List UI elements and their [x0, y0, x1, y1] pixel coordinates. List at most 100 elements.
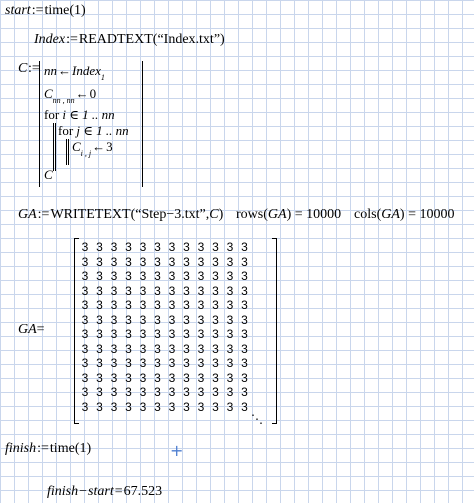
matrix-cell: 3	[139, 240, 147, 254]
matrix-cell: 3	[212, 283, 219, 298]
program-line-nn[interactable]: nn←Index1	[44, 63, 105, 82]
matrix-cell: 3	[197, 327, 205, 341]
index-variable: Index	[34, 32, 66, 47]
program-bar-outer	[39, 61, 41, 187]
rows-function: rows	[236, 207, 264, 222]
matrix-cell: 3	[110, 399, 118, 414]
matrix-cell: 3	[139, 356, 147, 370]
matrix-cell: 3	[139, 298, 147, 312]
elapsed-value: 67.523	[123, 484, 163, 499]
matrix-right-bracket	[272, 238, 277, 424]
matrix-cell: 3	[125, 385, 132, 399]
matrix-cell: 3	[212, 240, 219, 254]
matrix-cell: 3	[125, 283, 132, 298]
matrix-cell: 3	[183, 341, 190, 356]
matrix-cell: 3	[241, 240, 248, 254]
matrix-label[interactable]: GA=	[18, 322, 45, 338]
program-line-for-j[interactable]: for j ∈ 1 .. nn	[58, 123, 129, 139]
matrix-cell: 3	[197, 399, 205, 414]
matrix-cell: 3	[183, 312, 190, 327]
program-definition[interactable]: C := nn←Index1 Cnn , nn←0 for i ∈ 1 .. n…	[18, 61, 148, 191]
matrix-cell: 3	[110, 370, 118, 385]
matrix-cell: 3	[81, 370, 89, 385]
matrix-cell: 3	[139, 399, 147, 414]
matrix-cell: 3	[183, 399, 190, 414]
matrix-cell: 3	[110, 341, 118, 356]
matrix-cell: 3	[125, 298, 132, 312]
matrix-cell: 3	[96, 356, 103, 370]
matrix-cell: 3	[197, 254, 205, 269]
matrix-cell: 3	[110, 283, 118, 298]
matrix-cell: 3	[241, 385, 248, 399]
time-function: time	[49, 441, 75, 456]
matrix-cell: 3	[96, 341, 103, 356]
matrix-cell: 3	[183, 254, 190, 269]
matrix-cell: 3	[125, 399, 132, 414]
matrix-cell: 3	[197, 240, 205, 254]
matrix-cell: 3	[168, 283, 176, 298]
matrix-cell: 3	[226, 370, 234, 385]
matrix-cell: 3	[96, 254, 103, 269]
matrix-cell: 3	[226, 341, 234, 356]
matrix-cell: 3	[241, 312, 248, 327]
matrix-cell: 3	[226, 312, 234, 327]
program-line-for-i[interactable]: for i ∈ 1 .. nn	[44, 107, 115, 123]
matrix-cell: 3	[168, 399, 176, 414]
matrix-cell: 3	[168, 269, 176, 283]
program-line-return[interactable]: C	[44, 167, 53, 183]
matrix-cell: 3	[212, 385, 219, 399]
matrix-cell: 3	[226, 298, 234, 312]
matrix-cell: 3	[212, 399, 219, 414]
define-operator: :=	[66, 32, 78, 47]
matrix-cell: 3	[212, 254, 219, 269]
matrix-cell: 3	[183, 370, 190, 385]
matrix-cell: 3	[154, 370, 161, 385]
writetext-argument-matrix: C	[209, 207, 219, 222]
program-line-assign[interactable]: Ci , j←3	[72, 139, 113, 158]
matrix-cell: 3	[81, 327, 89, 341]
matrix-cell: 3	[183, 283, 190, 298]
matrix-cell: 3	[154, 399, 161, 414]
matrix-cell: 3	[125, 356, 132, 370]
matrix-cell: 3	[154, 356, 161, 370]
matrix-cell: 3	[183, 327, 190, 341]
index-definition[interactable]: Index:=READTEXT(“Index.txt”)	[34, 32, 225, 48]
matrix-cell: 3	[81, 254, 89, 269]
start-definition[interactable]: start:=time(1)	[5, 3, 86, 19]
cols-evaluation[interactable]: cols(GA) = 10000	[354, 207, 454, 223]
program-line-init[interactable]: Cnn , nn←0	[44, 86, 96, 105]
matrix-cell: 3	[226, 327, 234, 341]
matrix-cell: 3	[168, 312, 176, 327]
result-matrix[interactable]: 3333333333333333333333333333333333333333…	[74, 238, 280, 426]
matrix-cell: 3	[110, 298, 118, 312]
matrix-cell: 3	[212, 327, 219, 341]
matrix-cell: 3	[139, 385, 147, 399]
matrix-cell: 3	[241, 327, 248, 341]
finish-variable: finish	[5, 441, 37, 456]
matrix-cell: 3	[110, 312, 118, 327]
matrix-cell: 3	[168, 240, 176, 254]
readtext-argument: “Index.txt”	[157, 32, 221, 47]
write-definition[interactable]: GA:=WRITETEXT(“Step−3.txt”,C)	[18, 207, 223, 223]
matrix-cell: 3	[110, 385, 118, 399]
matrix-cell: 3	[96, 312, 103, 327]
matrix-cell: 3	[81, 269, 89, 283]
matrix-cell: 3	[183, 298, 190, 312]
matrix-cell: 3	[226, 356, 234, 370]
program-bar-outer-right	[142, 61, 144, 187]
finish-definition[interactable]: finish:=time(1)	[5, 441, 91, 457]
writetext-argument-file: “Step−3.txt”	[135, 207, 206, 222]
matrix-cell: 3	[154, 341, 161, 356]
start-variable: start	[5, 3, 31, 18]
matrix-cell: 3	[96, 298, 103, 312]
matrix-cell: 3	[125, 370, 132, 385]
matrix-cell: 3	[241, 283, 248, 298]
matrix-cell: 3	[154, 298, 161, 312]
matrix-cell: 3	[139, 341, 147, 356]
crosshair-cursor-icon: +	[170, 441, 184, 460]
elapsed-evaluation[interactable]: finish−start=67.523	[47, 484, 162, 500]
matrix-cell: 3	[81, 341, 89, 356]
matrix-cell: 3	[96, 370, 103, 385]
matrix-cell: 3	[197, 312, 205, 327]
rows-evaluation[interactable]: rows(GA) = 10000	[236, 207, 341, 223]
